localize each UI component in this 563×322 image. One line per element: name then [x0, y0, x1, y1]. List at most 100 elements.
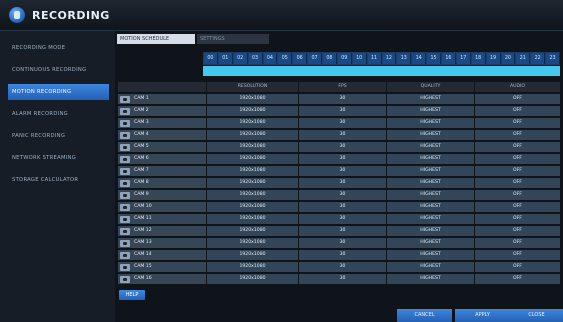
audio-cell[interactable]: OFF	[475, 238, 560, 248]
quality-cell[interactable]: HIGHEST	[387, 238, 475, 248]
hour-cell[interactable]: 07	[308, 53, 322, 64]
fps-cell[interactable]: 30	[299, 118, 387, 128]
sidebar-item-recording-mode[interactable]: RECORDING MODE	[8, 40, 109, 56]
sidebar-item-panic-recording[interactable]: PANIC RECORDING	[8, 128, 109, 144]
quality-cell[interactable]: HIGHEST	[387, 262, 475, 272]
apply-button[interactable]: APPLY	[455, 309, 510, 322]
table-row[interactable]: CAM 8 1920x1080 30 HIGHEST OFF	[118, 178, 560, 188]
table-row[interactable]: CAM 15 1920x1080 30 HIGHEST OFF	[118, 262, 560, 272]
table-row[interactable]: CAM 6 1920x1080 30 HIGHEST OFF	[118, 154, 560, 164]
quality-cell[interactable]: HIGHEST	[387, 118, 475, 128]
hour-cell[interactable]: 18	[471, 53, 486, 64]
hour-cell[interactable]: 05	[278, 53, 293, 64]
table-row[interactable]: CAM 13 1920x1080 30 HIGHEST OFF	[118, 238, 560, 248]
resolution-cell[interactable]: 1920x1080	[207, 250, 299, 260]
hour-cell[interactable]: 10	[352, 53, 367, 64]
hour-cell[interactable]: 19	[486, 53, 501, 64]
sidebar-item-network-streaming[interactable]: NETWORK STREAMING	[8, 150, 109, 166]
resolution-cell[interactable]: 1920x1080	[207, 130, 299, 140]
fps-cell[interactable]: 30	[299, 214, 387, 224]
resolution-cell[interactable]: 1920x1080	[207, 226, 299, 236]
quality-cell[interactable]: HIGHEST	[387, 274, 475, 284]
table-row[interactable]: CAM 9 1920x1080 30 HIGHEST OFF	[118, 190, 560, 200]
audio-cell[interactable]: OFF	[475, 214, 560, 224]
audio-cell[interactable]: OFF	[475, 226, 560, 236]
table-row[interactable]: CAM 3 1920x1080 30 HIGHEST OFF	[118, 118, 560, 128]
resolution-cell[interactable]: 1920x1080	[207, 214, 299, 224]
hour-cell[interactable]: 01	[218, 53, 233, 64]
audio-cell[interactable]: OFF	[475, 250, 560, 260]
tab-settings[interactable]: SETTINGS	[197, 34, 269, 44]
fps-cell[interactable]: 30	[299, 190, 387, 200]
quality-cell[interactable]: HIGHEST	[387, 94, 475, 104]
quality-cell[interactable]: HIGHEST	[387, 130, 475, 140]
help-button[interactable]: HELP	[119, 290, 145, 300]
hour-cell[interactable]: 15	[427, 53, 441, 64]
resolution-cell[interactable]: 1920x1080	[207, 178, 299, 188]
fps-cell[interactable]: 30	[299, 142, 387, 152]
fps-cell[interactable]: 30	[299, 262, 387, 272]
resolution-cell[interactable]: 1920x1080	[207, 118, 299, 128]
quality-cell[interactable]: HIGHEST	[387, 226, 475, 236]
resolution-cell[interactable]: 1920x1080	[207, 190, 299, 200]
table-row[interactable]: CAM 1 1920x1080 30 HIGHEST OFF	[118, 94, 560, 104]
hour-cell[interactable]: 13	[397, 53, 412, 64]
hour-cell[interactable]: 16	[442, 53, 456, 64]
hour-cell[interactable]: 02	[233, 53, 248, 64]
audio-cell[interactable]: OFF	[475, 190, 560, 200]
audio-cell[interactable]: OFF	[475, 274, 560, 284]
hour-cell[interactable]: 06	[293, 53, 308, 64]
sidebar-item-alarm-recording[interactable]: ALARM RECORDING	[8, 106, 109, 122]
hour-cell[interactable]: 21	[516, 53, 531, 64]
hour-cell[interactable]: 09	[337, 53, 352, 64]
quality-cell[interactable]: HIGHEST	[387, 214, 475, 224]
sidebar-item-storage-calculator[interactable]: STORAGE CALCULATOR	[8, 172, 109, 188]
hour-cell[interactable]: 03	[248, 53, 263, 64]
audio-cell[interactable]: OFF	[475, 166, 560, 176]
quality-cell[interactable]: HIGHEST	[387, 250, 475, 260]
hour-cell[interactable]: 00	[204, 53, 218, 64]
fps-cell[interactable]: 30	[299, 106, 387, 116]
audio-cell[interactable]: OFF	[475, 202, 560, 212]
fps-cell[interactable]: 30	[299, 274, 387, 284]
table-row[interactable]: CAM 14 1920x1080 30 HIGHEST OFF	[118, 250, 560, 260]
audio-cell[interactable]: OFF	[475, 130, 560, 140]
audio-cell[interactable]: OFF	[475, 154, 560, 164]
audio-cell[interactable]: OFF	[475, 106, 560, 116]
table-row[interactable]: CAM 16 1920x1080 30 HIGHEST OFF	[118, 274, 560, 284]
close-button[interactable]: CLOSE	[510, 309, 563, 322]
resolution-cell[interactable]: 1920x1080	[207, 238, 299, 248]
quality-cell[interactable]: HIGHEST	[387, 106, 475, 116]
hour-cell[interactable]: 17	[456, 53, 471, 64]
fps-cell[interactable]: 30	[299, 154, 387, 164]
fps-cell[interactable]: 30	[299, 226, 387, 236]
hour-cell[interactable]: 11	[367, 53, 382, 64]
fps-cell[interactable]: 30	[299, 202, 387, 212]
table-row[interactable]: CAM 12 1920x1080 30 HIGHEST OFF	[118, 226, 560, 236]
quality-cell[interactable]: HIGHEST	[387, 190, 475, 200]
resolution-cell[interactable]: 1920x1080	[207, 106, 299, 116]
table-row[interactable]: CAM 2 1920x1080 30 HIGHEST OFF	[118, 106, 560, 116]
resolution-cell[interactable]: 1920x1080	[207, 166, 299, 176]
audio-cell[interactable]: OFF	[475, 142, 560, 152]
quality-cell[interactable]: HIGHEST	[387, 154, 475, 164]
hour-cell[interactable]: 14	[412, 53, 427, 64]
resolution-cell[interactable]: 1920x1080	[207, 202, 299, 212]
resolution-cell[interactable]: 1920x1080	[207, 94, 299, 104]
table-row[interactable]: CAM 11 1920x1080 30 HIGHEST OFF	[118, 214, 560, 224]
fps-cell[interactable]: 30	[299, 238, 387, 248]
hour-cell[interactable]: 23	[546, 53, 560, 64]
table-row[interactable]: CAM 5 1920x1080 30 HIGHEST OFF	[118, 142, 560, 152]
audio-cell[interactable]: OFF	[475, 94, 560, 104]
hour-cell[interactable]: 04	[263, 53, 278, 64]
resolution-cell[interactable]: 1920x1080	[207, 274, 299, 284]
quality-cell[interactable]: HIGHEST	[387, 202, 475, 212]
quality-cell[interactable]: HIGHEST	[387, 178, 475, 188]
sidebar-item-continuous-recording[interactable]: CONTINUOUS RECORDING	[8, 62, 109, 78]
table-row[interactable]: CAM 10 1920x1080 30 HIGHEST OFF	[118, 202, 560, 212]
fps-cell[interactable]: 30	[299, 130, 387, 140]
sidebar-item-motion-recording[interactable]: MOTION RECORDING	[8, 84, 109, 100]
audio-cell[interactable]: OFF	[475, 262, 560, 272]
hour-cell[interactable]: 12	[382, 53, 397, 64]
fps-cell[interactable]: 30	[299, 94, 387, 104]
